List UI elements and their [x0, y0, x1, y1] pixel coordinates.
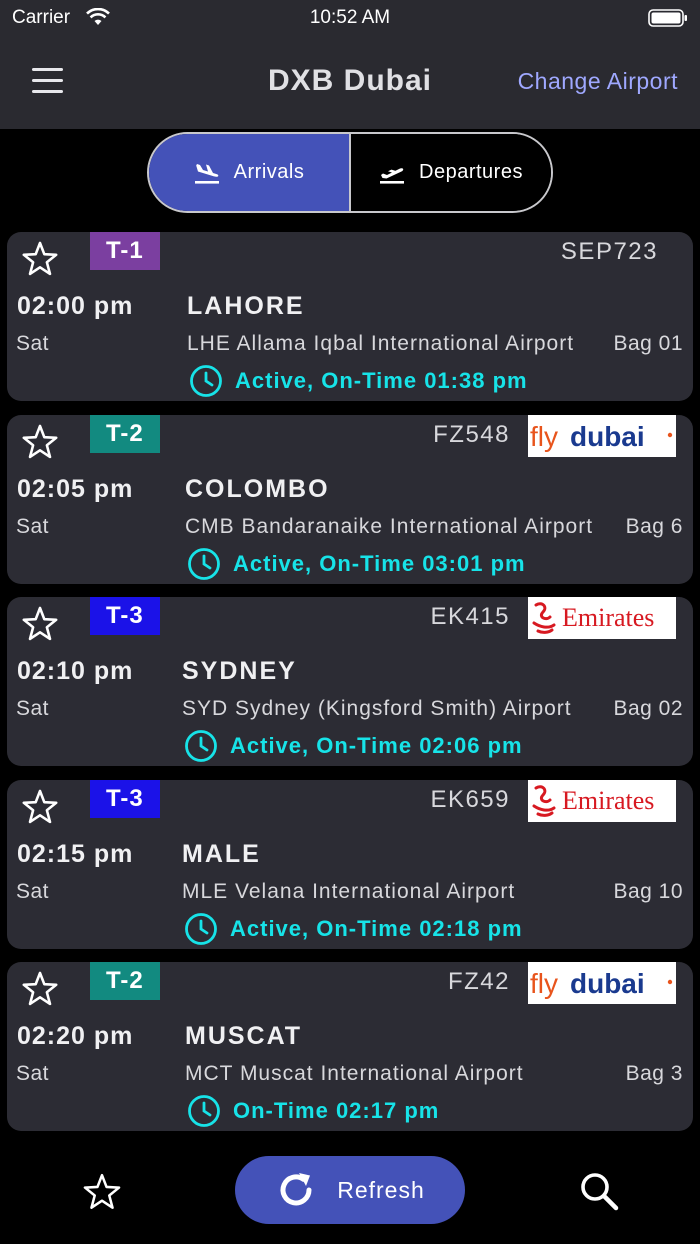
origin-airport: CMB Bandaranaike International Airport [185, 514, 594, 538]
origin-city: COLOMBO [185, 474, 330, 503]
flight-day: Sat [16, 332, 50, 355]
origin-airport: MLE Velana International Airport [182, 879, 516, 903]
flight-status: Active, On-Time 02:18 pm [184, 912, 523, 946]
flight-day: Sat [16, 697, 50, 720]
flight-number: EK415 [430, 603, 510, 630]
tab-arrivals[interactable]: Arrivals [149, 134, 349, 211]
tab-arrivals-label: Arrivals [233, 161, 305, 183]
favorite-star-icon[interactable] [21, 970, 59, 1008]
favorite-star-icon[interactable] [21, 240, 59, 278]
refresh-icon [280, 1173, 312, 1206]
clock-icon [190, 365, 222, 397]
flight-status: Active, On-Time 03:01 pm [187, 547, 526, 581]
scheduled-time: 02:10 pm [17, 657, 134, 685]
svg-text:Emirates: Emirates [562, 786, 654, 815]
plane-takeoff-icon [380, 167, 405, 184]
svg-text:fly: fly [530, 968, 558, 999]
change-airport-button[interactable]: Change Airport [518, 68, 678, 95]
flight-number: SEP723 [560, 238, 658, 265]
flight-card[interactable]: T-2 FZ42 fly dubai 02:20 pm Sat MUSCAT M… [7, 962, 693, 1131]
search-icon[interactable] [578, 1170, 620, 1212]
tab-departures-label: Departures [419, 161, 523, 183]
battery-icon [648, 9, 687, 27]
scheduled-time: 02:15 pm [17, 839, 134, 868]
arrivals-departures-toggle: Arrivals Departures [147, 132, 553, 213]
origin-city: LAHORE [187, 292, 305, 320]
flight-card[interactable]: T-1 SEP723 02:00 pm Sat LAHORE LHE Allam… [7, 232, 693, 401]
emirates-logo-art: Emirates [532, 602, 654, 634]
status-text: Active, On-Time 03:01 pm [233, 550, 526, 576]
scheduled-time: 02:05 pm [17, 474, 134, 503]
navigation-bar: DXB Dubai Change Airport [0, 36, 700, 129]
emirates-logo: Emirates [528, 597, 676, 639]
origin-airport: LHE Allama Iqbal International Airport [187, 332, 575, 355]
terminal-badge: T-3 [90, 779, 160, 818]
baggage-belt: Bag 02 [613, 697, 683, 720]
svg-text:dubai: dubai [570, 968, 645, 999]
clock-icon [188, 547, 220, 580]
flight-status: Active, On-Time 02:06 pm [184, 729, 523, 763]
origin-city: MALE [182, 839, 261, 868]
flydubai-logo: fly dubai [528, 414, 676, 457]
flight-status: Active, On-Time 01:38 pm [189, 364, 528, 398]
flight-number: FZ548 [433, 420, 510, 448]
flydubai-logo-art: fly dubai [530, 968, 673, 999]
status-text: On-Time 02:17 pm [233, 1098, 440, 1123]
flights-list: T-1 SEP723 02:00 pm Sat LAHORE LHE Allam… [7, 232, 693, 1145]
svg-text:fly: fly [530, 421, 558, 452]
baggage-belt: Bag 3 [625, 1062, 683, 1085]
flydubai-logo: fly dubai [528, 962, 676, 1004]
flight-day: Sat [16, 879, 50, 903]
emirates-logo: Emirates [528, 779, 676, 822]
flight-day: Sat [16, 514, 50, 538]
svg-text:Emirates: Emirates [562, 603, 654, 632]
baggage-belt: Bag 6 [625, 514, 683, 538]
flight-card[interactable]: T-3 EK415 Emirates 02:10 pm Sat SYDNEY S… [7, 597, 693, 766]
tab-departures[interactable]: Departures [349, 134, 551, 211]
status-text: Active, On-Time 02:06 pm [230, 733, 523, 758]
favorites-star-icon[interactable] [82, 1172, 122, 1212]
clock-icon [185, 912, 217, 945]
origin-airport: MCT Muscat International Airport [185, 1062, 524, 1085]
plane-landing-icon [194, 163, 219, 184]
flight-card[interactable]: T-3 EK659 Emirates 02:15 pm Sat MALE MLE… [7, 779, 693, 949]
refresh-label: Refresh [337, 1176, 425, 1203]
flight-day: Sat [16, 1062, 50, 1085]
clock-icon [188, 1095, 220, 1127]
origin-airport: SYD Sydney (Kingsford Smith) Airport [182, 697, 572, 720]
favorite-star-icon[interactable] [21, 423, 59, 461]
status-text: Active, On-Time 01:38 pm [235, 368, 528, 393]
flydubai-logo-art: fly dubai [530, 421, 673, 452]
refresh-button[interactable]: Refresh [235, 1156, 465, 1224]
terminal-badge: T-3 [90, 597, 160, 635]
terminal-badge: T-2 [90, 962, 160, 1000]
flight-number: EK659 [430, 785, 510, 813]
baggage-belt: Bag 10 [613, 879, 683, 903]
bottom-toolbar: Refresh [0, 1140, 700, 1244]
scheduled-time: 02:00 pm [17, 292, 134, 320]
terminal-badge: T-2 [90, 414, 160, 453]
flight-status: On-Time 02:17 pm [187, 1094, 439, 1128]
flight-card[interactable]: T-2 FZ548 fly dubai 02:05 pm Sat COLOMBO… [7, 414, 693, 584]
favorite-star-icon[interactable] [21, 788, 59, 826]
status-text: Active, On-Time 02:18 pm [230, 915, 523, 941]
clock-icon [185, 730, 217, 762]
origin-city: MUSCAT [185, 1022, 303, 1050]
favorite-star-icon[interactable] [21, 605, 59, 643]
origin-city: SYDNEY [182, 657, 297, 685]
clock-time: 10:52 AM [309, 7, 391, 28]
svg-text:dubai: dubai [570, 421, 645, 452]
scheduled-time: 02:20 pm [17, 1022, 134, 1050]
flight-number: FZ42 [447, 968, 510, 995]
baggage-belt: Bag 01 [613, 332, 683, 355]
emirates-logo-art: Emirates [532, 784, 654, 817]
status-bar: Carrier 10:52 AM [0, 0, 700, 36]
terminal-badge: T-1 [90, 232, 160, 270]
